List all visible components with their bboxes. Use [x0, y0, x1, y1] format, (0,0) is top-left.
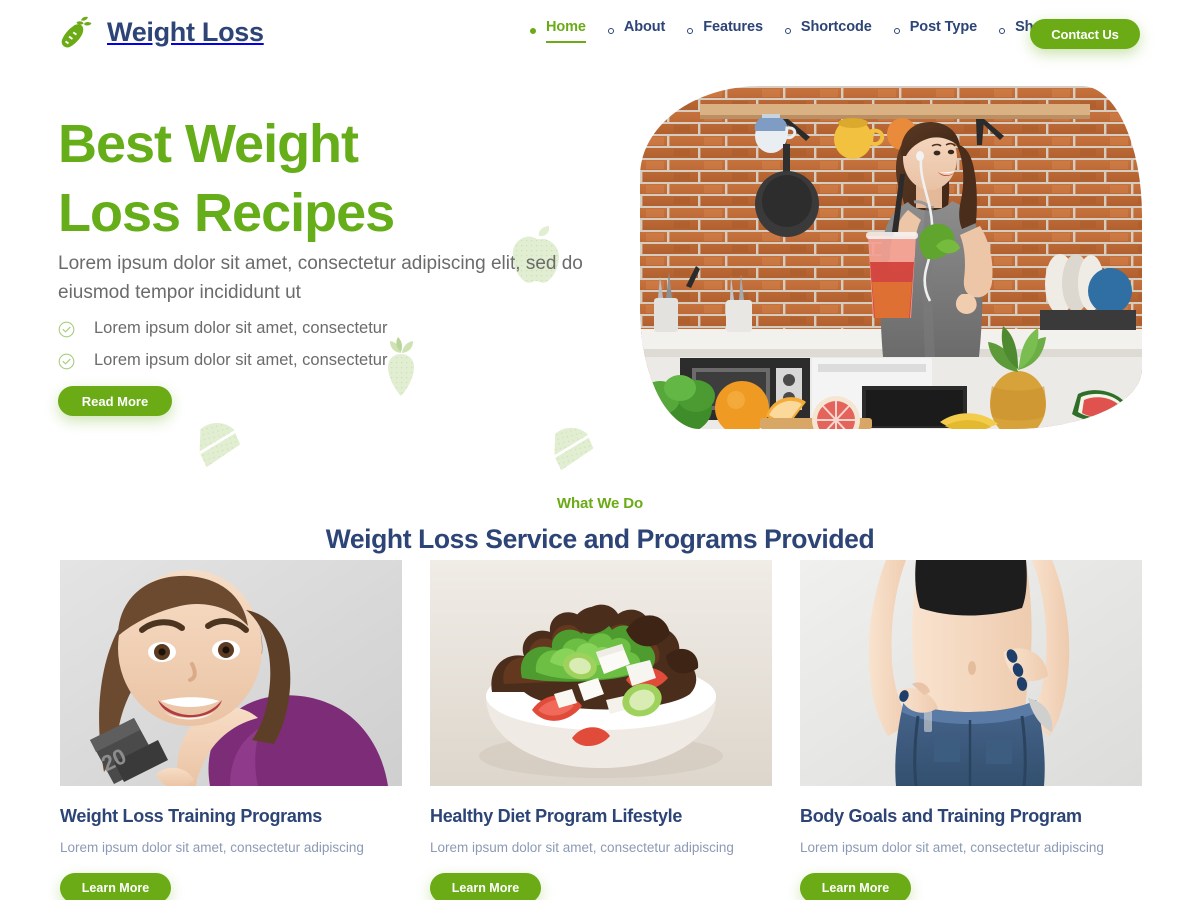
hero-feature-label: Lorem ipsum dolor sit amet, consectetur	[94, 319, 388, 338]
hero-title-line-1: Best Weight	[58, 114, 359, 174]
service-card-list: 20 Weight Loss Training Programs Lorem i…	[60, 560, 1142, 900]
nav-bullet-icon	[687, 28, 694, 35]
salad-bowl-photo	[430, 560, 772, 786]
nav-bullet-icon	[530, 28, 536, 35]
hero-feature-list: Lorem ipsum dolor sit amet, consectetur …	[58, 313, 387, 377]
hero-feature-item: Lorem ipsum dolor sit amet, consectetur	[58, 345, 387, 377]
section-title: Weight Loss Service and Programs Provide…	[325, 524, 875, 554]
service-card: Healthy Diet Program Lifestyle Lorem ips…	[430, 560, 772, 900]
service-card-image	[430, 560, 772, 786]
hero-feature-item: Lorem ipsum dolor sit amet, consectetur	[58, 313, 387, 345]
service-card-title: Body Goals and Training Program	[800, 806, 1082, 826]
main-nav: Home About Features Shortcode Post Type …	[530, 19, 1073, 43]
service-card-image	[800, 560, 1142, 786]
nav-bullet-icon	[607, 28, 614, 35]
service-card: Body Goals and Training Program Lorem ip…	[800, 560, 1142, 900]
services-section: What We Do Weight Loss Service and Progr…	[0, 474, 1200, 900]
carrot-icon	[61, 16, 92, 48]
service-card-description: Lorem ipsum dolor sit amet, consectetur …	[800, 839, 1104, 855]
service-card-description: Lorem ipsum dolor sit amet, consectetur …	[60, 839, 364, 855]
nav-link-post-type[interactable]: Post Type	[910, 19, 977, 43]
brand-name: Weight Loss	[107, 16, 264, 47]
nav-item-shortcode[interactable]: Shortcode	[784, 19, 894, 43]
nav-item-post-type[interactable]: Post Type	[893, 19, 999, 43]
cheese-wedge-decoration-icon	[199, 423, 241, 468]
nav-link-home[interactable]: Home	[546, 19, 586, 43]
brand-logo-link[interactable]: Weight Loss	[58, 13, 264, 51]
hero-image-frame	[640, 86, 1142, 429]
nav-item-features[interactable]: Features	[687, 19, 785, 43]
service-card: 20 Weight Loss Training Programs Lorem i…	[60, 560, 402, 900]
hero-title: Best Weight Loss Recipes	[58, 110, 658, 248]
nav-item-about[interactable]: About	[607, 19, 687, 43]
hero-feature-label: Lorem ipsum dolor sit amet, consectetur	[94, 351, 388, 370]
hero-image	[640, 86, 1142, 429]
service-card-description: Lorem ipsum dolor sit amet, consectetur …	[430, 839, 734, 855]
cheese-wedge-decoration-icon	[554, 427, 594, 471]
contact-us-button[interactable]: Contact Us	[1030, 19, 1140, 49]
check-circle-icon	[58, 321, 75, 337]
nav-link-features[interactable]: Features	[703, 19, 763, 43]
service-card-title: Healthy Diet Program Lifestyle	[430, 806, 683, 826]
nav-bullet-icon	[784, 28, 791, 35]
hero-section: Best Weight Loss Recipes Lorem ipsum dol…	[0, 64, 1200, 474]
nav-bullet-icon	[893, 28, 900, 35]
nav-link-shortcode[interactable]: Shortcode	[801, 19, 872, 43]
hero-kitchen-photo	[640, 86, 1142, 429]
site-header: Weight Loss Home About Features Shortcod…	[0, 0, 1200, 64]
learn-more-button[interactable]: Learn More	[800, 873, 911, 900]
landing-page: Weight Loss Home About Features Shortcod…	[0, 0, 1200, 900]
learn-more-button[interactable]: Learn More	[430, 873, 541, 900]
learn-more-button[interactable]: Learn More	[60, 873, 171, 900]
read-more-button[interactable]: Read More	[58, 386, 172, 416]
service-card-title: Weight Loss Training Programs	[60, 806, 323, 826]
check-circle-icon	[58, 353, 75, 369]
hero-title-line-2: Loss Recipes	[58, 183, 395, 243]
woman-with-dumbbell-photo: 20	[60, 560, 402, 786]
nav-item-home[interactable]: Home	[530, 19, 608, 43]
nav-link-about[interactable]: About	[624, 19, 665, 43]
waist-in-loose-jeans-photo	[800, 560, 1142, 786]
section-eyebrow: What We Do	[556, 495, 644, 512]
service-card-image: 20	[60, 560, 402, 786]
nav-bullet-icon	[999, 28, 1006, 35]
hero-subtitle: Lorem ipsum dolor sit amet, consectetur …	[58, 253, 583, 303]
